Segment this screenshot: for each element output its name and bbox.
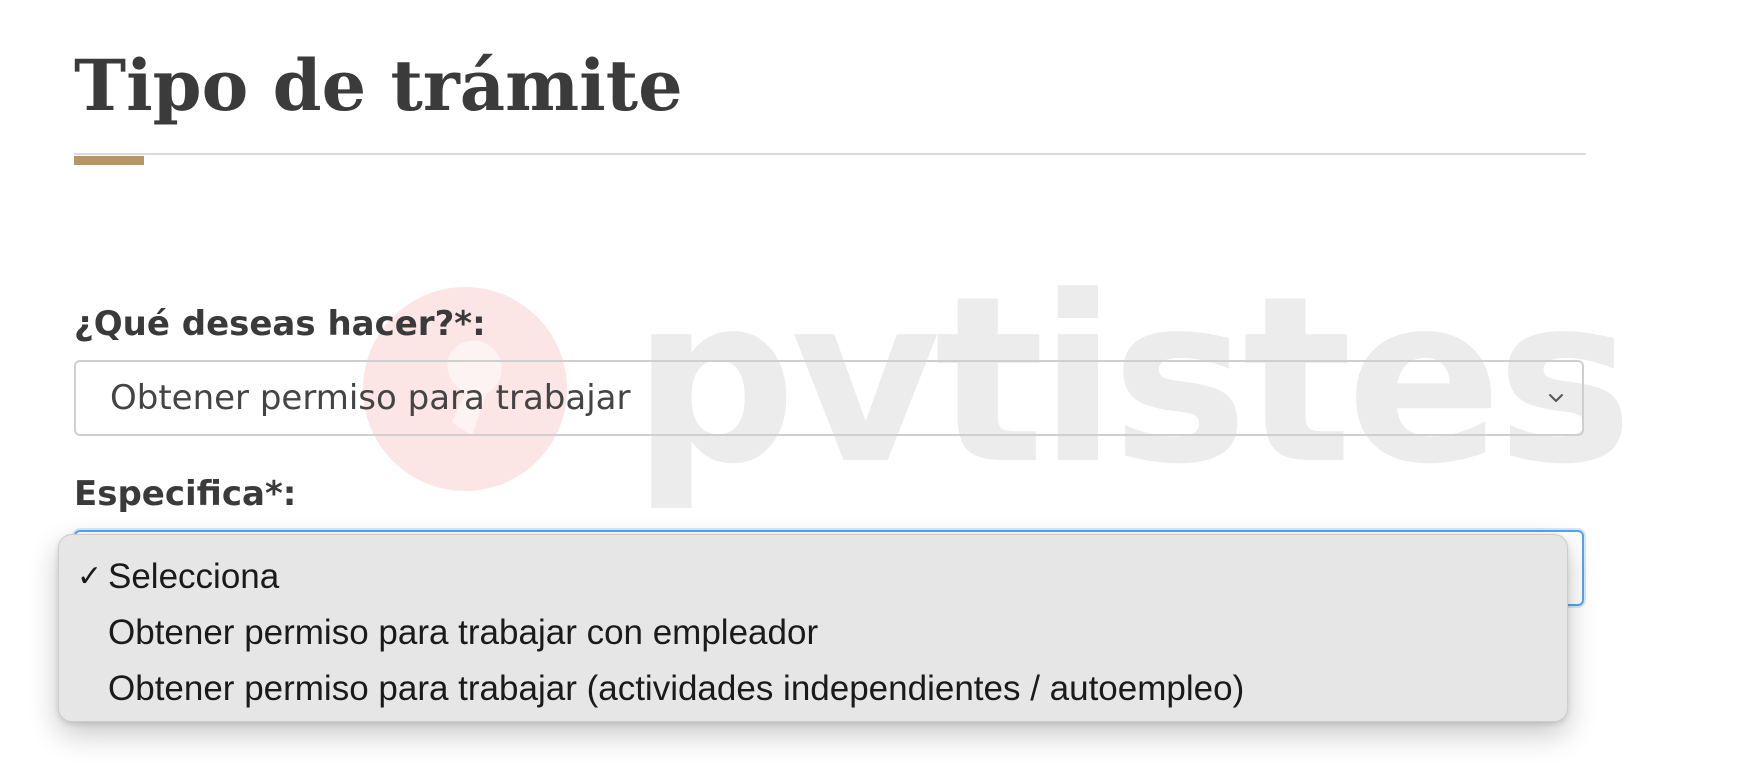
- checkmark-icon: ✓: [77, 560, 103, 593]
- dropdown-option-autoempleo[interactable]: Obtener permiso para trabajar (actividad…: [59, 661, 1567, 717]
- dropdown-option-selecciona[interactable]: ✓ Selecciona: [59, 549, 1567, 605]
- dropdown-option-label: Obtener permiso para trabajar con emplea…: [108, 613, 819, 652]
- what-to-do-label: ¿Qué deseas hacer?*:: [74, 304, 486, 344]
- dropdown-option-con-empleador[interactable]: Obtener permiso para trabajar con emplea…: [59, 605, 1567, 661]
- what-to-do-select[interactable]: Obtener permiso para trabajar: [74, 360, 1584, 436]
- page-title: Tipo de trámite: [74, 44, 683, 127]
- specify-label: Especifica*:: [74, 474, 297, 514]
- dropdown-option-label: Selecciona: [108, 557, 280, 596]
- what-to-do-selected-value: Obtener permiso para trabajar: [110, 378, 631, 418]
- title-accent-bar: [74, 156, 144, 165]
- title-divider: [74, 153, 1586, 155]
- specify-dropdown-list[interactable]: ✓ Selecciona Obtener permiso para trabaj…: [58, 534, 1568, 722]
- page: Tipo de trámite pvtistes ¿Qué deseas hac…: [0, 0, 1762, 771]
- dropdown-option-label: Obtener permiso para trabajar (actividad…: [108, 669, 1245, 708]
- chevron-down-icon: [1549, 394, 1563, 402]
